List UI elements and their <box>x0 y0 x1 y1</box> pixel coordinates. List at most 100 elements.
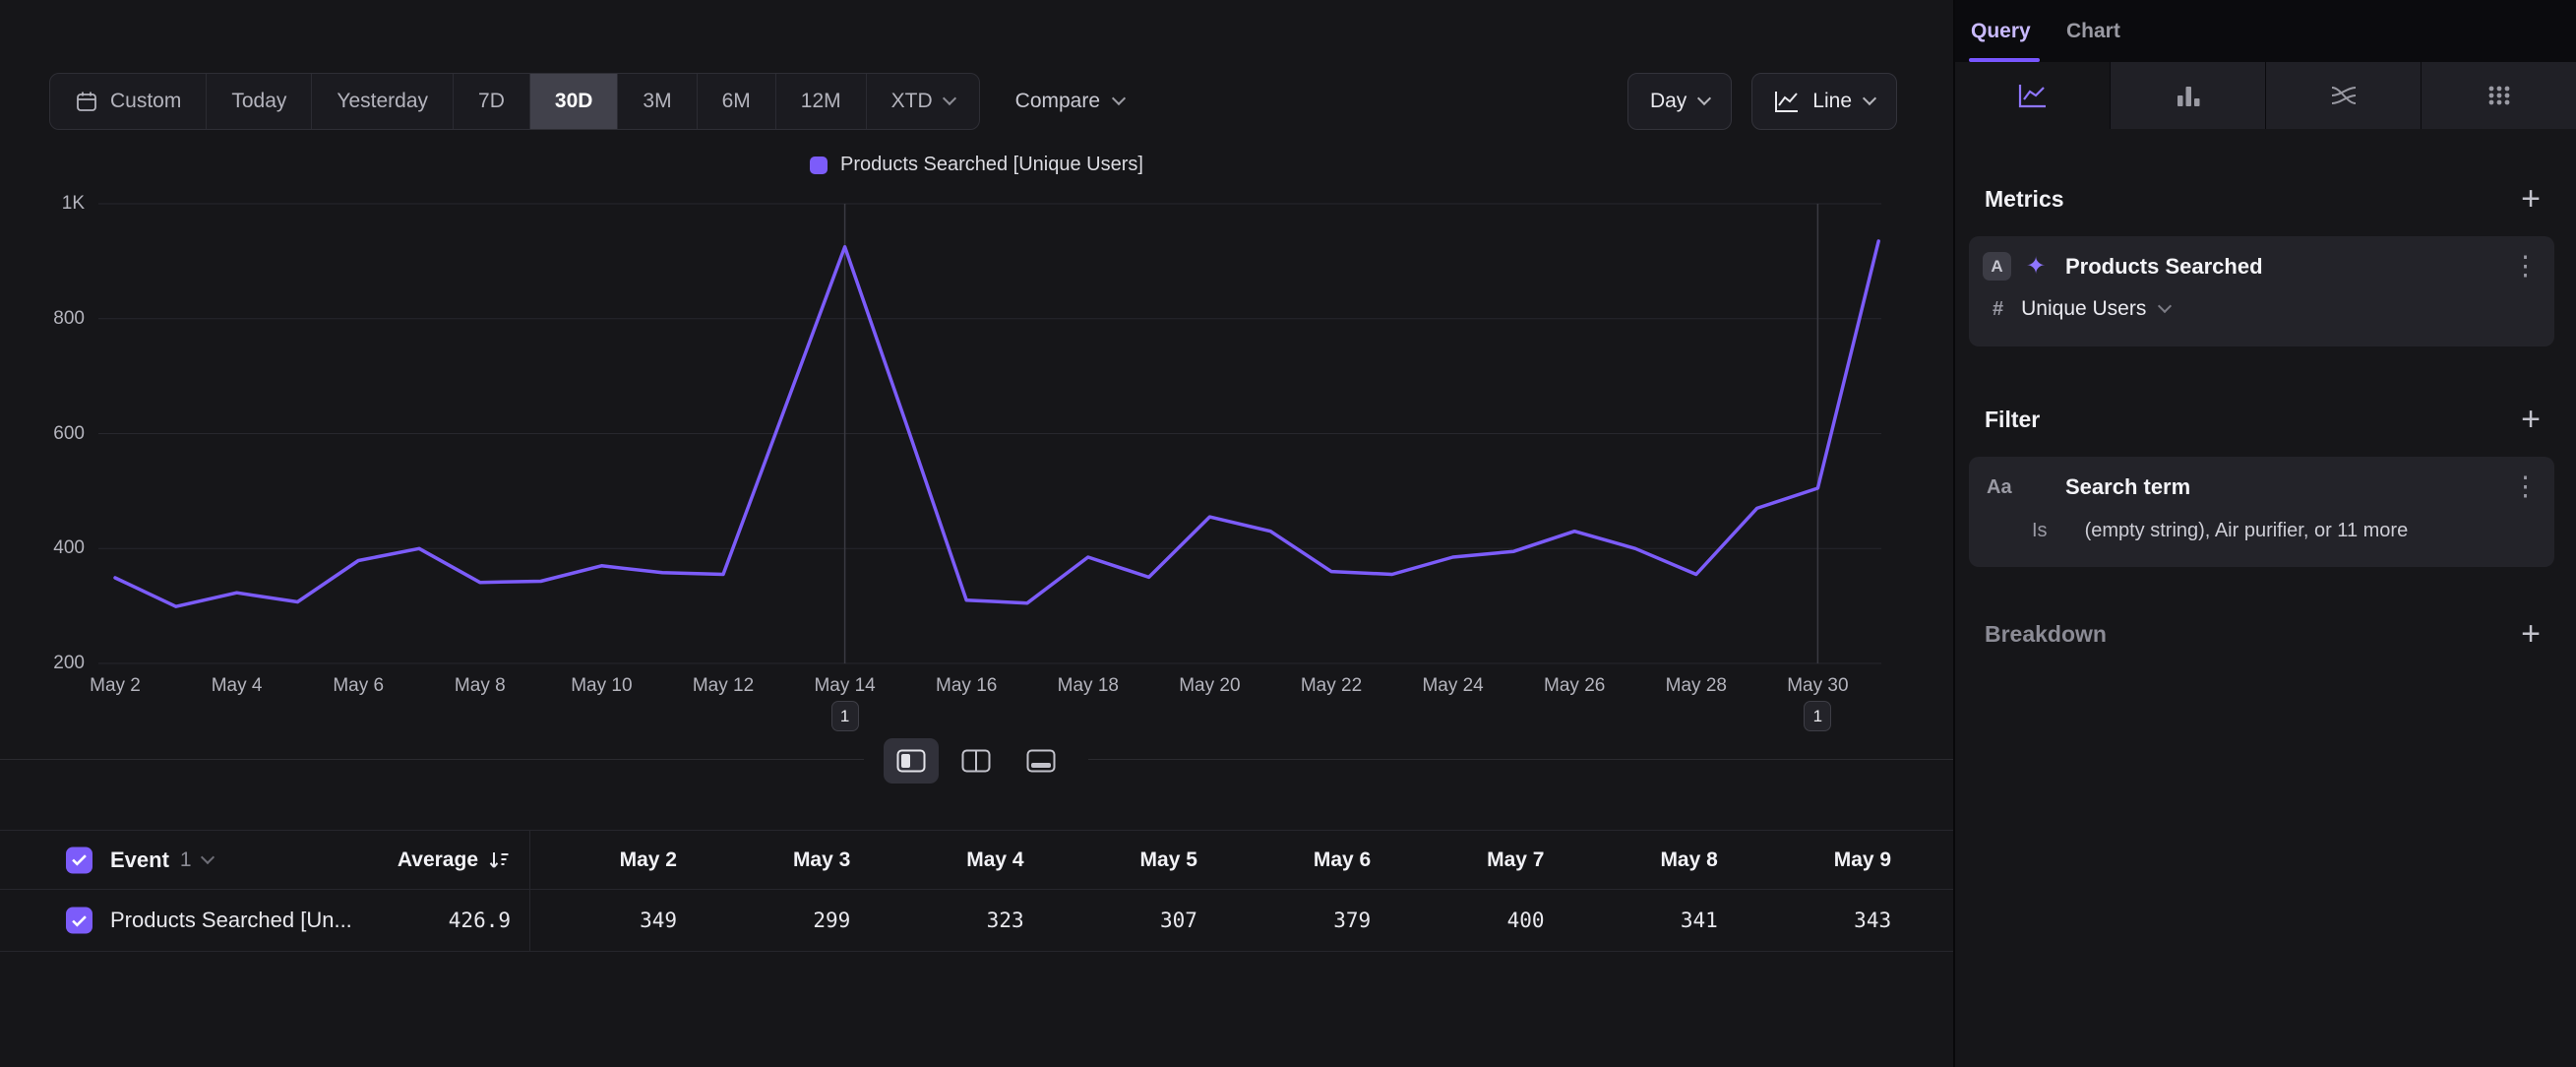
chevron-down-icon <box>943 92 956 105</box>
table-header-row: Event 1 Average May 2May 3May 4May 5May … <box>0 830 1953 890</box>
number-icon: # <box>1993 298 2003 321</box>
line-chart[interactable] <box>98 204 1881 663</box>
x-axis-label: May 30 <box>1787 675 1848 697</box>
measure-selector[interactable]: # Unique Users <box>1993 297 2170 321</box>
calendar-icon <box>75 90 98 113</box>
range-custom[interactable]: Custom <box>50 74 206 129</box>
range-label: 12M <box>801 90 841 113</box>
layout-split-icon <box>896 749 926 773</box>
table-cell: 349 <box>640 909 677 932</box>
filter-heading: Filter <box>1985 407 2040 433</box>
row-series-name: Products Searched [Un... <box>110 908 352 933</box>
row-checkbox[interactable] <box>66 908 92 934</box>
tab-chart[interactable]: Chart <box>2066 0 2120 62</box>
string-property-icon: Aa <box>1987 476 2012 499</box>
range-yesterday[interactable]: Yesterday <box>311 74 453 129</box>
event-label: Event <box>110 847 169 873</box>
add-breakdown-button[interactable]: + <box>2521 617 2541 651</box>
annotation-badge[interactable]: 1 <box>831 701 859 731</box>
x-axis-label: May 16 <box>936 675 997 697</box>
annotation-badges: 11 <box>98 701 1881 732</box>
viz-tab-grid[interactable] <box>2421 62 2576 129</box>
x-axis-label: May 12 <box>693 675 754 697</box>
y-axis: 2004006008001K <box>22 204 85 663</box>
table-cell: 343 <box>1854 909 1891 932</box>
legend-label: Products Searched [Unique Users] <box>840 154 1143 176</box>
layout-columns-button[interactable] <box>949 738 1004 784</box>
viz-tab-line[interactable] <box>1955 62 2110 129</box>
x-axis-label: May 28 <box>1666 675 1727 697</box>
chevron-down-icon <box>201 849 215 863</box>
viz-type-tabs <box>1955 62 2576 129</box>
chart-type-button[interactable]: Line <box>1751 73 1897 130</box>
event-column-header[interactable]: Event 1 <box>110 847 213 873</box>
table-row[interactable]: Products Searched [Un... 426.9 349299323… <box>0 890 1953 952</box>
chevron-down-icon <box>2158 299 2172 313</box>
range-12m[interactable]: 12M <box>775 74 866 129</box>
filter-property-name: Search term <box>2065 474 2190 500</box>
row-average-value: 426.9 <box>449 909 511 932</box>
add-filter-button[interactable]: + <box>2521 403 2541 436</box>
viz-tab-bar[interactable] <box>2110 62 2265 129</box>
average-column-header[interactable]: Average <box>398 848 511 872</box>
column-header: May 8 <box>1660 848 1717 872</box>
filter-card[interactable]: Aa Search term ⋮ Is (empty string), Air … <box>1969 457 2554 567</box>
column-header: May 6 <box>1314 848 1371 872</box>
x-axis-label: May 22 <box>1301 675 1362 697</box>
range-label: 30D <box>555 90 593 113</box>
range-7d[interactable]: 7D <box>453 74 529 129</box>
table-cell: 400 <box>1507 909 1545 932</box>
select-all-checkbox[interactable] <box>66 847 92 873</box>
layout-split-button[interactable] <box>884 738 939 784</box>
chevron-down-icon <box>1863 92 1876 105</box>
filter-kebab-menu[interactable]: ⋮ <box>2512 471 2539 502</box>
layout-toggle-group <box>864 732 1088 789</box>
layout-columns-icon <box>961 749 991 773</box>
event-count: 1 <box>180 848 192 872</box>
event-spark-icon: ✦ <box>2026 252 2046 281</box>
metric-card[interactable]: A ✦ Products Searched ⋮ # Unique Users <box>1969 236 2554 346</box>
y-axis-label: 400 <box>53 537 85 559</box>
range-3m[interactable]: 3M <box>617 74 696 129</box>
filter-operator: Is <box>2032 520 2048 542</box>
x-axis: May 2May 4May 6May 8May 10May 12May 14Ma… <box>98 675 1881 703</box>
measure-label: Unique Users <box>2021 297 2146 321</box>
granularity-button[interactable]: Day <box>1627 73 1732 130</box>
column-header: May 2 <box>620 848 677 872</box>
metric-kebab-menu[interactable]: ⋮ <box>2512 250 2539 282</box>
range-6m[interactable]: 6M <box>697 74 775 129</box>
viz-tab-flows[interactable] <box>2265 62 2421 129</box>
tab-query[interactable]: Query <box>1971 0 2031 62</box>
check-icon <box>72 914 87 926</box>
layout-bottom-icon <box>1026 749 1056 773</box>
layout-bottom-button[interactable] <box>1013 738 1069 784</box>
y-axis-label: 1K <box>62 193 85 215</box>
range-label: Yesterday <box>337 90 428 113</box>
series-line[interactable] <box>115 241 1878 606</box>
grid-icon <box>2484 82 2515 109</box>
x-axis-label: May 26 <box>1544 675 1605 697</box>
date-range-group: Custom Today Yesterday 7D 30D 3M 6M 12M XTD <box>49 73 980 130</box>
y-axis-label: 200 <box>53 653 85 674</box>
bar-chart-icon <box>2173 82 2204 109</box>
y-axis-label: 600 <box>53 423 85 445</box>
chart-legend-item[interactable]: Products Searched [Unique Users] <box>0 154 1953 176</box>
filter-condition[interactable]: Is (empty string), Air purifier, or 11 m… <box>2032 520 2408 542</box>
column-header: May 3 <box>793 848 850 872</box>
x-axis-label: May 20 <box>1179 675 1240 697</box>
range-label: Today <box>231 90 286 113</box>
range-today[interactable]: Today <box>206 74 311 129</box>
table-cell: 323 <box>987 909 1024 932</box>
compare-button[interactable]: Compare <box>1015 90 1124 113</box>
annotation-badge[interactable]: 1 <box>1804 701 1831 731</box>
granularity-label: Day <box>1650 90 1687 113</box>
range-30d[interactable]: 30D <box>529 74 618 129</box>
add-metric-button[interactable]: + <box>2521 182 2541 216</box>
sort-icon <box>487 848 511 872</box>
range-xtd[interactable]: XTD <box>866 74 979 129</box>
query-sidebar: Query Chart <box>1953 0 2576 1067</box>
range-label: Custom <box>110 90 181 113</box>
chevron-down-icon <box>1697 92 1711 105</box>
range-label: 3M <box>643 90 671 113</box>
table-cell: 341 <box>1681 909 1718 932</box>
